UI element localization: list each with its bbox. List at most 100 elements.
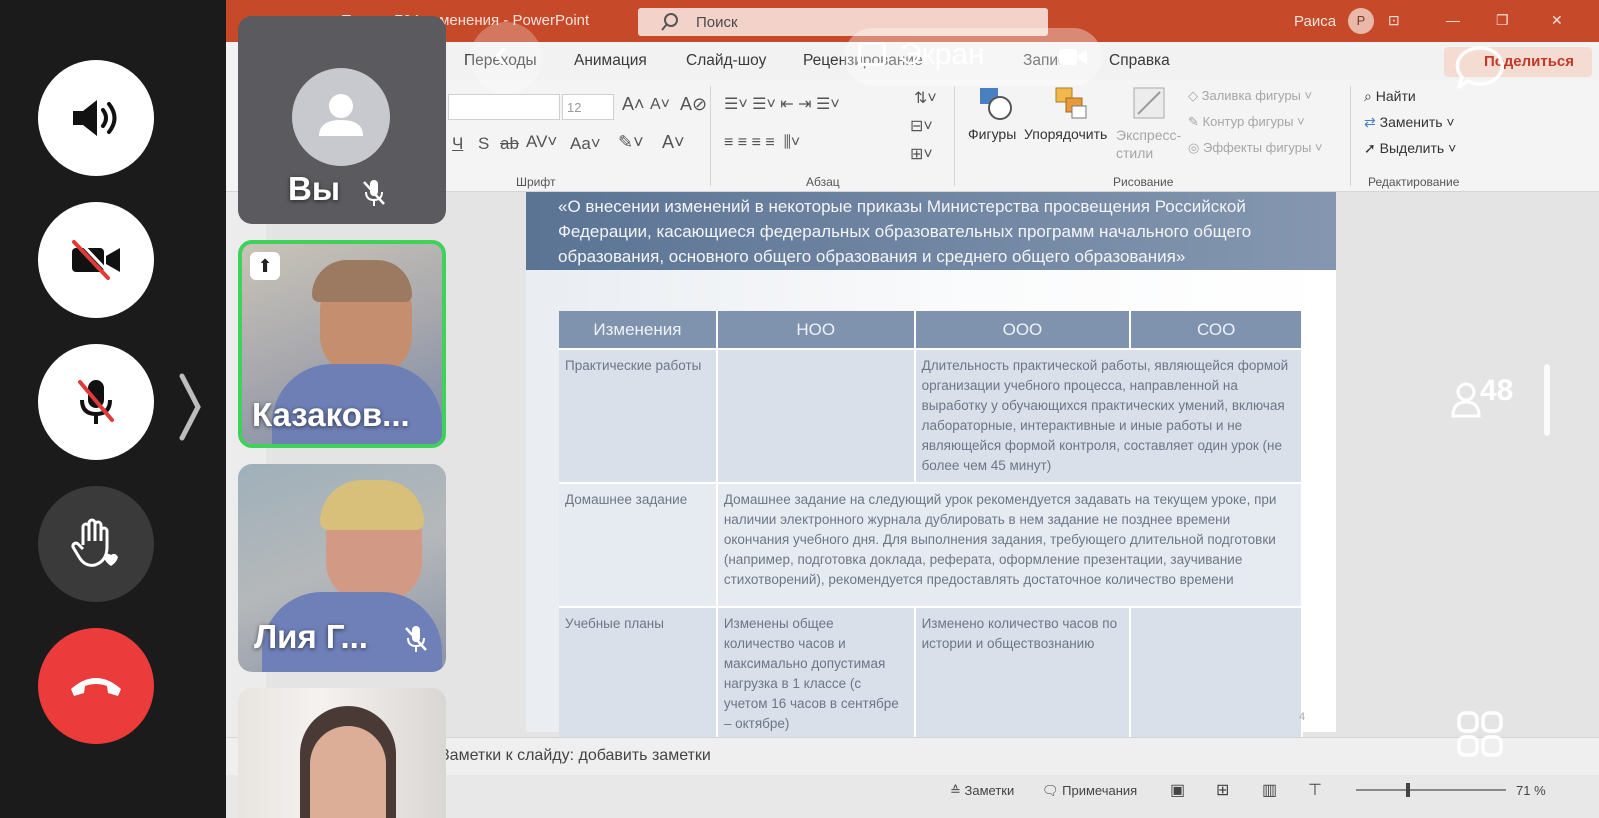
mic-toggle-button[interactable] [38, 344, 154, 460]
tab-animation[interactable]: Анимация [574, 52, 647, 70]
screen-share-label[interactable]: Экран [844, 28, 1102, 86]
close-icon[interactable]: ✕ [1551, 12, 1563, 29]
chat-icon[interactable] [1454, 44, 1506, 94]
end-call-button[interactable] [38, 628, 154, 744]
underline-icon[interactable]: Ч [452, 134, 463, 154]
quick-styles-button[interactable]: Экспресс-стили [1116, 126, 1182, 162]
participants-button[interactable]: 48 [1450, 370, 1540, 420]
table-row: Учебные планы Изменены общее количество … [559, 606, 1303, 740]
arrange-button[interactable]: Упорядочить [1024, 126, 1107, 142]
group-drawing-label: Рисование [1113, 175, 1174, 189]
group-editing-label: Редактирование [1368, 175, 1460, 189]
reading-view-icon[interactable]: ▥ [1262, 780, 1277, 800]
raise-hand-icon [71, 518, 118, 567]
sorter-view-icon[interactable]: ⊞ [1216, 780, 1229, 800]
maximize-icon[interactable]: ❐ [1496, 12, 1509, 29]
table-row: Домашнее задание Домашнее задание на сле… [559, 482, 1304, 607]
tab-help[interactable]: Справка [1109, 52, 1170, 70]
select-icon: ➚ [1364, 140, 1376, 156]
raise-hand-button[interactable] [38, 486, 154, 602]
table-cell [716, 348, 916, 483]
select-button[interactable]: ➚ Выделить ˅ [1364, 140, 1456, 157]
zoom-slider-thumb[interactable] [1406, 783, 1410, 797]
back-button[interactable]: ‹ [470, 22, 542, 94]
table-cell [1130, 606, 1303, 740]
select-label: Выделить [1379, 140, 1445, 156]
hang-up-icon [71, 678, 121, 696]
replace-button[interactable]: ⇄ Заменить ˅ [1364, 114, 1455, 131]
align-icon[interactable]: ≡ ≡ ≡ ≡ ⫼˅ [724, 134, 800, 152]
scroll-handle[interactable] [1544, 364, 1550, 436]
font-color-icon[interactable]: A˅ [662, 132, 685, 153]
participant-name: Казаков... [252, 396, 410, 433]
find-icon: ⌕ [1364, 88, 1372, 104]
ribbon-divider [954, 86, 955, 186]
font-size-dropdown[interactable]: 12 [562, 94, 614, 120]
table-cell: Домашнее задание на следующий урок реком… [716, 482, 1304, 607]
ribbon-display-icon[interactable]: ⊡ [1388, 12, 1400, 29]
smartart-icon[interactable]: ⊞˅ [910, 144, 933, 164]
shapes-button[interactable]: Фигуры [968, 126, 1016, 142]
find-label: Найти [1375, 88, 1416, 104]
user-avatar[interactable]: Р [1348, 8, 1374, 34]
status-notes-button[interactable]: ≙ Заметки [950, 783, 1014, 799]
participant-name: Лия Г... [254, 618, 368, 655]
table-header-row: Изменения НОО ООО СОО [559, 311, 1303, 349]
zoom-level[interactable]: 71 % [1516, 783, 1546, 798]
shape-outline-button[interactable]: ✎ Контур фигуры ˅ [1188, 114, 1305, 130]
zoom-slider[interactable] [1356, 789, 1506, 791]
grid-layout-icon[interactable] [1456, 710, 1504, 758]
shape-fill-label: Заливка фигуры [1201, 88, 1301, 103]
video-icon [1059, 49, 1087, 65]
char-spacing-icon[interactable]: AV˅ [526, 132, 557, 152]
participant-video-hair [320, 480, 424, 530]
highlight-icon[interactable]: ✎˅ [618, 132, 644, 153]
speaker-icon [73, 100, 117, 136]
slideshow-view-icon[interactable]: ⊤ [1308, 780, 1322, 800]
shape-effects-button[interactable]: ◎ Эффекты фигуры ˅ [1188, 140, 1323, 156]
bullets-icon[interactable]: ☰˅ ☰˅ ⇤ ⇥ ☰˅ [724, 94, 840, 114]
decrease-font-icon[interactable]: A˅ [650, 96, 670, 114]
slide-page-number: 4 [1299, 711, 1306, 723]
participant-tile-speaking[interactable]: ⬆ Казаков... [238, 240, 446, 448]
table-header: СОО [1130, 311, 1303, 349]
increase-font-icon[interactable]: A˄ [622, 94, 645, 115]
text-direction-icon[interactable]: ⇅˅ [914, 88, 937, 108]
participant-tile[interactable] [238, 688, 446, 818]
normal-view-icon[interactable]: ▣ [1170, 780, 1185, 800]
shape-fill-button[interactable]: ◇ Заливка фигуры ˅ [1188, 88, 1312, 104]
replace-label: Заменить [1379, 114, 1443, 130]
status-comments-label: Примечания [1062, 783, 1138, 798]
table-header: НОО [716, 311, 916, 349]
camera-off-icon [72, 238, 120, 280]
table-cell: Длительность практической работы, являющ… [914, 348, 1304, 483]
font-name-dropdown[interactable] [448, 94, 560, 120]
find-button[interactable]: ⌕ Найти [1364, 88, 1416, 105]
ribbon-divider [1350, 86, 1351, 186]
status-comments-button[interactable]: 🗨 Примечания [1042, 783, 1137, 799]
table-cell: Практические работы [559, 348, 718, 483]
clear-format-icon[interactable]: A⊘ [680, 94, 707, 115]
minimize-icon[interactable]: — [1446, 12, 1460, 28]
change-case-icon[interactable]: Aa˅ [570, 134, 601, 154]
speaker-button[interactable] [38, 60, 154, 176]
table-cell: Изменено количество часов по истории и о… [914, 606, 1132, 740]
strikethrough-icon[interactable]: ab [500, 134, 519, 154]
search-icon [661, 13, 678, 31]
participant-tile[interactable]: Лия Г... [238, 464, 446, 672]
slide-title-banner: «О внесении изменений в некоторые приказ… [526, 192, 1336, 270]
slide-title: «О внесении изменений в некоторые приказ… [558, 197, 1252, 266]
participant-tile-you[interactable]: Вы [238, 16, 446, 224]
camera-toggle-button[interactable] [38, 202, 154, 318]
screen-icon [858, 42, 886, 66]
group-font-label: Шрифт [516, 175, 556, 189]
tab-slideshow[interactable]: Слайд-шоу [686, 52, 766, 70]
shadow-icon[interactable]: S [478, 134, 489, 154]
participant-video-face [310, 726, 386, 818]
avatar [292, 68, 390, 166]
align-text-icon[interactable]: ⊟˅ [910, 116, 933, 136]
group-paragraph-label: Абзац [806, 175, 840, 189]
table-cell: Изменены общее количество часов и максим… [716, 606, 916, 740]
table-cell: Учебные планы [559, 606, 718, 740]
chevron-right-icon[interactable] [178, 372, 202, 442]
